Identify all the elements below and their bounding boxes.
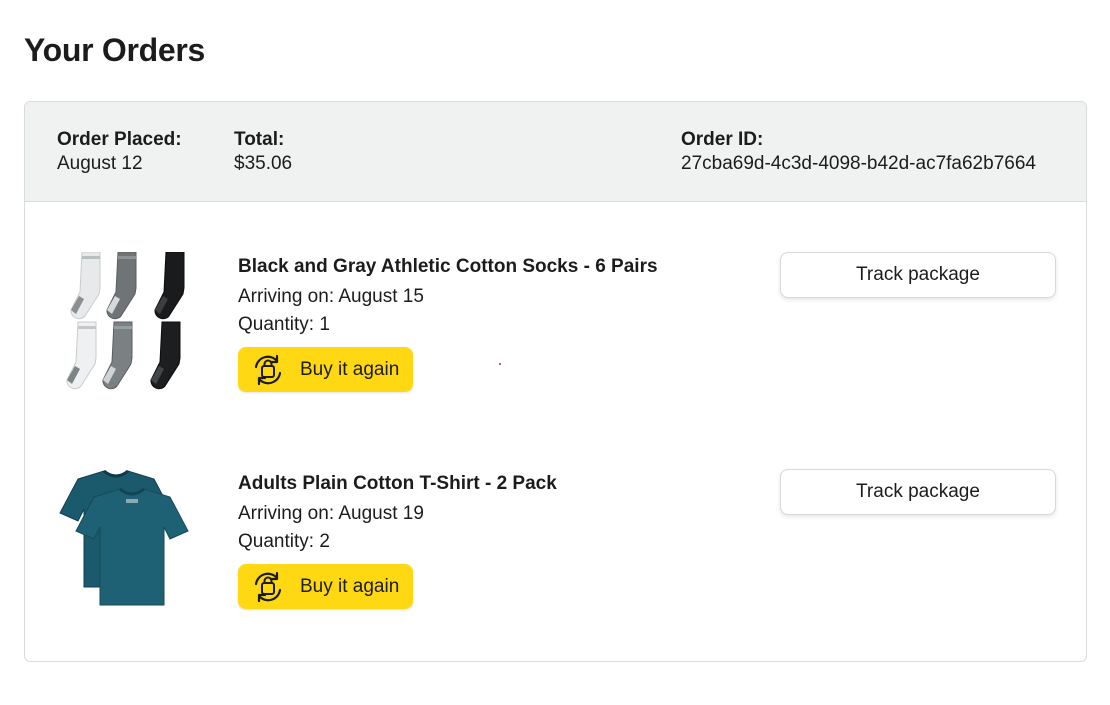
order-id-label: Order ID:: [681, 129, 764, 150]
buy-again-label: Buy it again: [300, 575, 400, 597]
order-placed-label: Order Placed:: [57, 129, 182, 150]
order-id: Order ID: 27cba69d-4c3d-4098-b42d-ac7fa6…: [681, 128, 1036, 176]
order-total: Total: $35.06: [234, 128, 292, 176]
item-details: Black and Gray Athletic Cotton Socks - 6…: [238, 255, 658, 393]
buy-again-icon: [250, 352, 286, 388]
arrival-date: Arriving on: August 19: [238, 503, 424, 524]
teal-tshirt-image: [58, 469, 193, 609]
product-name[interactable]: Black and Gray Athletic Cotton Socks - 6…: [238, 255, 658, 279]
order-placed-date: August 12: [57, 153, 143, 174]
buy-again-button[interactable]: Buy it again: [238, 564, 414, 609]
buy-again-icon: [250, 569, 286, 605]
item-quantity: Quantity: 2: [238, 531, 330, 552]
item-quantity: Quantity: 1: [238, 314, 330, 335]
buy-again-button[interactable]: Buy it again: [238, 347, 414, 392]
order-total-value: $35.06: [234, 153, 293, 174]
cursor-dot: [499, 363, 501, 365]
arrival-date: Arriving on: August 15: [238, 286, 424, 307]
order-total-label: Total:: [234, 129, 285, 150]
order-placed: Order Placed: August 12: [57, 128, 182, 176]
product-name[interactable]: Adults Plain Cotton T-Shirt - 2 Pack: [238, 472, 557, 496]
order-item: Adults Plain Cotton T-Shirt - 2 Pack Arr…: [25, 469, 1086, 629]
item-details: Adults Plain Cotton T-Shirt - 2 Pack Arr…: [238, 472, 557, 610]
order-item: Black and Gray Athletic Cotton Socks - 6…: [25, 251, 1086, 412]
order-header: Order Placed: August 12 Total: $35.06 Or…: [25, 102, 1086, 202]
athletic-socks-image: [58, 251, 193, 392]
track-package-button[interactable]: Track package: [780, 469, 1056, 515]
order-id-value: 27cba69d-4c3d-4098-b42d-ac7fa62b7664: [681, 153, 1036, 174]
page-title: Your Orders: [24, 32, 206, 68]
buy-again-label: Buy it again: [300, 358, 400, 380]
order-card: Order Placed: August 12 Total: $35.06 Or…: [24, 101, 1087, 662]
track-package-button[interactable]: Track package: [780, 252, 1056, 298]
